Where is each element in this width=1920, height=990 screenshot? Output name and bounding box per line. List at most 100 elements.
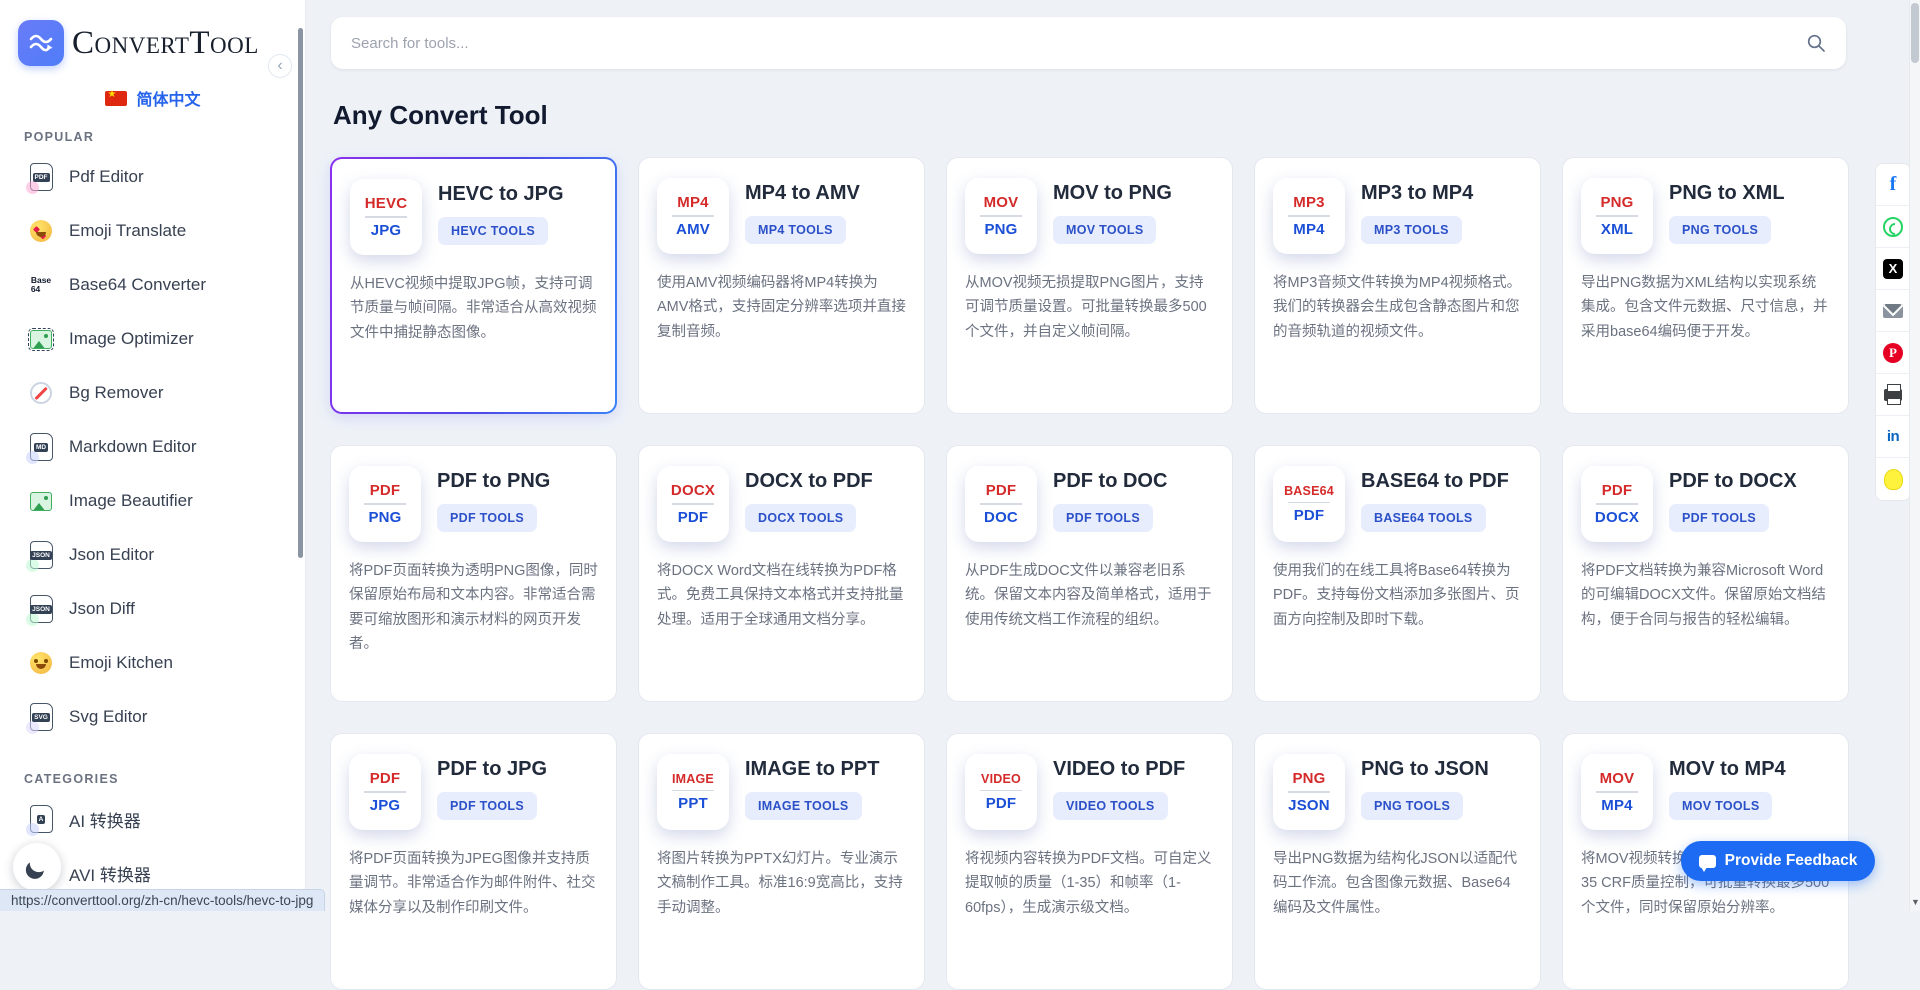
card-description: 从MOV视频无损提取PNG图片，支持可调节质量设置。可批量转换最多500个文件，…: [965, 271, 1214, 344]
tool-card-mp4-to-amv[interactable]: MP4AMVMP4 to AMVMP4 TOOLS使用AMV视频编码器将MP4转…: [638, 157, 925, 414]
sidebar-item-image-optimizer[interactable]: Image Optimizer: [0, 312, 306, 366]
sidebar-collapse-button[interactable]: ‹: [268, 54, 292, 78]
sidebar-item-pdf-editor[interactable]: PDFPdf Editor: [0, 150, 306, 204]
format-divider: [364, 791, 406, 793]
search-bar: [331, 17, 1846, 69]
card-category-badge[interactable]: MOV TOOLS: [1669, 792, 1772, 820]
format-divider: [980, 503, 1022, 505]
logo[interactable]: ConvertTool: [18, 20, 259, 66]
sidebar-scrollbar[interactable]: [298, 28, 303, 558]
tool-card-pdf-to-jpg[interactable]: PDFJPGPDF to JPGPDF TOOLS将PDF页面转换为JPEG图像…: [330, 733, 617, 990]
share-button-x[interactable]: X: [1876, 248, 1910, 290]
format-target: AMV: [676, 221, 710, 238]
share-button-whatsapp[interactable]: [1876, 206, 1910, 248]
share-button-pinterest[interactable]: P: [1876, 332, 1910, 374]
format-source: DOCX: [671, 482, 715, 499]
card-category-badge[interactable]: DOCX TOOLS: [745, 504, 856, 532]
pdf-file-icon: PDF: [30, 163, 53, 191]
sidebar-item-base64-converter[interactable]: Base64Base64 Converter: [0, 258, 306, 312]
tool-card-video-to-pdf[interactable]: VIDEOPDFVIDEO to PDFVIDEO TOOLS将视频内容转换为P…: [946, 733, 1233, 990]
format-badge-icon: VIDEOPDF: [965, 754, 1037, 830]
format-divider: [364, 503, 406, 505]
sidebar-item-label: AI 转换器: [69, 807, 141, 832]
card-category-badge[interactable]: PDF TOOLS: [437, 504, 537, 532]
format-divider: [672, 790, 714, 792]
card-category-badge[interactable]: VIDEO TOOLS: [1053, 792, 1168, 820]
icon-blob: [26, 451, 39, 464]
card-category-badge[interactable]: MP3 TOOLS: [1361, 216, 1462, 244]
icon-blob: [26, 613, 39, 626]
card-category-badge[interactable]: BASE64 TOOLS: [1361, 504, 1486, 532]
markdown-file-icon: MD: [30, 433, 53, 461]
card-category-badge[interactable]: MOV TOOLS: [1053, 216, 1156, 244]
icon-blob: [26, 181, 39, 194]
format-source: MOV: [1600, 770, 1635, 787]
format-divider: [1596, 215, 1638, 217]
share-button-email[interactable]: [1876, 290, 1910, 332]
format-divider: [672, 503, 714, 505]
tool-card-pdf-to-docx[interactable]: PDFDOCXPDF to DOCXPDF TOOLS将PDF文档转换为兼容Mi…: [1562, 445, 1849, 702]
sidebar-item-markdown-editor[interactable]: MDMarkdown Editor: [0, 420, 306, 474]
tool-card-image-to-ppt[interactable]: IMAGEPPTIMAGE to PPTIMAGE TOOLS将图片转换为PPT…: [638, 733, 925, 990]
share-button-linkedin[interactable]: in: [1876, 416, 1910, 458]
card-category-badge[interactable]: HEVC TOOLS: [438, 217, 548, 245]
format-target: DOCX: [1595, 509, 1639, 526]
sidebar-item-bg-remover[interactable]: Bg Remover: [0, 366, 306, 420]
pdf-file-icon: PDF: [28, 162, 54, 192]
sidebar-item-label: Json Editor: [69, 545, 154, 565]
card-category-badge[interactable]: MP4 TOOLS: [745, 216, 846, 244]
icon-tag: A: [37, 815, 46, 824]
card-category-badge[interactable]: PDF TOOLS: [1669, 504, 1769, 532]
sidebar-item-json-editor[interactable]: JSONJson Editor: [0, 528, 306, 582]
format-source: MP3: [1293, 194, 1324, 211]
sidebar-item-svg-editor[interactable]: SVGSvg Editor: [0, 690, 306, 744]
tool-card-mp3-to-mp4[interactable]: MP3MP4MP3 to MP4MP3 TOOLS将MP3音频文件转换为MP4视…: [1254, 157, 1541, 414]
tool-card-hevc-to-jpg[interactable]: HEVCJPGHEVC to JPGHEVC TOOLS从HEVC视频中提取JP…: [330, 157, 617, 414]
card-title: PNG to XML: [1669, 182, 1785, 205]
card-description: 将MP3音频文件转换为MP4视频格式。我们的转换器会生成包含静态图片和您的音频轨…: [1273, 271, 1522, 344]
sidebar-item-label: Image Beautifier: [69, 491, 193, 511]
linkedin-icon: in: [1887, 428, 1899, 445]
icon-tag: PDF: [33, 173, 50, 182]
card-category-badge[interactable]: PNG TOOLS: [1361, 792, 1463, 820]
theme-toggle-button[interactable]: [13, 843, 61, 891]
card-header: MP4AMVMP4 to AMVMP4 TOOLS: [657, 178, 906, 254]
tool-card-pdf-to-doc[interactable]: PDFDOCPDF to DOCPDF TOOLS从PDF生成DOC文件以兼容老…: [946, 445, 1233, 702]
tool-card-png-to-xml[interactable]: PNGXMLPNG to XMLPNG TOOLS导出PNG数据为XML结构以实…: [1562, 157, 1849, 414]
format-badge-icon: MOVMP4: [1581, 754, 1653, 830]
format-source: PDF: [370, 770, 401, 787]
sidebar-item-emoji-translate[interactable]: Emoji Translate: [0, 204, 306, 258]
tool-card-png-to-json[interactable]: PNGJSONPNG to JSONPNG TOOLS导出PNG数据为结构化JS…: [1254, 733, 1541, 990]
language-selector[interactable]: ★ 简体中文: [0, 86, 306, 110]
tool-card-docx-to-pdf[interactable]: DOCXPDFDOCX to PDFDOCX TOOLS将DOCX Word文档…: [638, 445, 925, 702]
tool-card-mov-to-png[interactable]: MOVPNGMOV to PNGMOV TOOLS从MOV视频无损提取PNG图片…: [946, 157, 1233, 414]
scroll-down-arrow-icon[interactable]: ▼: [1910, 897, 1920, 907]
sidebar-item-label: Base64 Converter: [69, 275, 206, 295]
card-category-badge[interactable]: PDF TOOLS: [437, 792, 537, 820]
card-category-badge[interactable]: PNG TOOLS: [1669, 216, 1771, 244]
card-title: HEVC to JPG: [438, 183, 564, 206]
sidebar-item-json-diff[interactable]: JSONJson Diff: [0, 582, 306, 636]
share-button-facebook[interactable]: f: [1876, 164, 1910, 206]
search-input[interactable]: [351, 35, 1806, 52]
format-source: VIDEO: [981, 772, 1021, 786]
card-title: MOV to PNG: [1053, 182, 1172, 205]
sidebar-item-emoji-kitchen[interactable]: Emoji Kitchen: [0, 636, 306, 690]
bg-remover-slash-icon: [30, 382, 52, 404]
page-scrollbar-thumb[interactable]: [1911, 3, 1919, 63]
share-button-print[interactable]: [1876, 374, 1910, 416]
card-category-badge[interactable]: PDF TOOLS: [1053, 504, 1153, 532]
share-button-snapchat[interactable]: [1876, 458, 1910, 500]
card-header: PDFDOCXPDF to DOCXPDF TOOLS: [1581, 466, 1830, 542]
tool-card-pdf-to-png[interactable]: PDFPNGPDF to PNGPDF TOOLS将PDF页面转换为透明PNG图…: [330, 445, 617, 702]
sidebar-item-ai-[interactable]: A AI 转换器: [0, 792, 306, 846]
card-category-badge[interactable]: IMAGE TOOLS: [745, 792, 862, 820]
page-scrollbar[interactable]: ▼: [1909, 0, 1920, 911]
card-header: IMAGEPPTIMAGE to PPTIMAGE TOOLS: [657, 754, 906, 830]
icon-tag: SVG: [32, 713, 50, 722]
provide-feedback-button[interactable]: Provide Feedback: [1681, 841, 1875, 881]
card-title: MP3 to MP4: [1361, 182, 1473, 205]
tool-card-base64-to-pdf[interactable]: BASE64PDFBASE64 to PDFBASE64 TOOLS使用我们的在…: [1254, 445, 1541, 702]
convert-waves-icon: [18, 20, 64, 66]
sidebar-item-image-beautifier[interactable]: Image Beautifier: [0, 474, 306, 528]
